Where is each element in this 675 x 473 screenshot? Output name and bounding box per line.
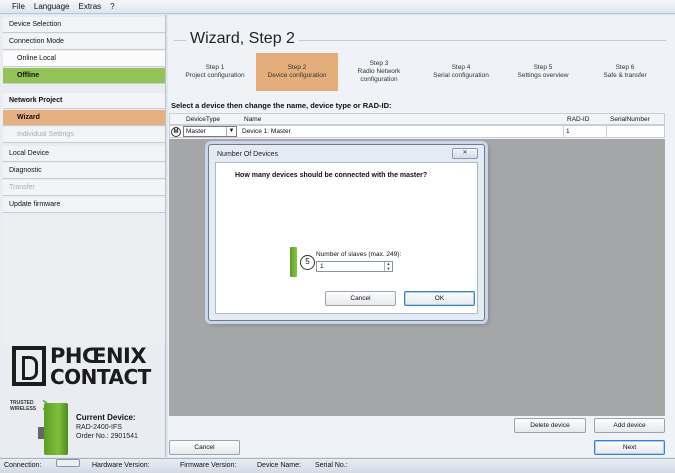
sidebar-item-network-project[interactable]: Network Project — [3, 93, 165, 109]
step-1[interactable]: Step 1 Project configuration — [174, 53, 256, 91]
dialog-ok-button[interactable]: OK — [404, 291, 475, 306]
col-divider — [606, 126, 607, 137]
device-module-icon — [290, 247, 297, 277]
page-title: Wizard, Step 2 — [186, 30, 299, 48]
sidebar-item-wizard[interactable]: Wizard — [3, 110, 165, 126]
step-3[interactable]: Step 3 Radio Network configuration — [338, 53, 420, 91]
wizard-steps: Step 1 Project configuration Step 2 Devi… — [174, 53, 666, 91]
step-label: Step 2 — [287, 64, 307, 71]
number-of-devices-dialog: Number Of Devices ✕ How many devices sho… — [208, 144, 485, 321]
sidebar-item-device-selection[interactable]: Device Selection — [3, 17, 165, 33]
col-serial[interactable]: SerialNumber — [610, 114, 650, 125]
status-device-name: Device Name: — [257, 462, 301, 469]
status-bar: Connection: Hardware Version: Firmware V… — [0, 458, 675, 473]
dialog-cancel-button[interactable]: Cancel — [325, 291, 396, 306]
device-module-icon — [38, 403, 68, 455]
menu-file[interactable]: File — [12, 2, 25, 11]
chevron-down-icon[interactable]: ▼ — [226, 127, 236, 136]
status-serial: Serial No.: — [315, 462, 348, 469]
dialog-body: How many devices should be connected wit… — [215, 162, 478, 314]
close-icon[interactable]: ✕ — [452, 148, 478, 159]
status-hardware: Hardware Version: — [92, 462, 150, 469]
spinner-arrows-icon[interactable]: ▲ ▼ — [384, 261, 392, 271]
sidebar-empty-area — [3, 215, 165, 345]
phoenix-contact-logo: PHŒNIX CONTACT — [8, 340, 158, 394]
sidebar-item-connection-mode[interactable]: Connection Mode — [3, 34, 165, 50]
dialog-question: How many devices should be connected wit… — [235, 172, 428, 179]
menu-extras[interactable]: Extras — [78, 2, 101, 11]
status-connection: Connection: — [4, 462, 42, 469]
col-radid[interactable]: RAD-ID — [567, 114, 590, 125]
add-device-button[interactable]: Add device — [594, 418, 665, 433]
next-button[interactable]: Next — [594, 440, 665, 455]
step-label: Step 1 — [205, 64, 225, 71]
cell-name[interactable]: Device 1: Master — [242, 126, 291, 137]
step-5[interactable]: Step 5 Settings overview — [502, 53, 584, 91]
current-device-title: Current Device: — [76, 413, 136, 422]
current-device-order: Order No.: 2901541 — [76, 433, 138, 440]
step-4[interactable]: Step 4 Serial configuration — [420, 53, 502, 91]
cell-radid[interactable]: 1 — [566, 126, 570, 137]
step-2[interactable]: Step 2 Device configuration — [256, 53, 338, 91]
sidebar-item-update-firmware[interactable]: Update firmware — [3, 197, 165, 213]
sidebar-item-local-device[interactable]: Local Device — [3, 146, 165, 162]
col-devicetype[interactable]: DeviceType — [186, 114, 220, 125]
dialog-title: Number Of Devices — [217, 151, 279, 158]
step-label: Step 5 — [533, 64, 553, 71]
sidebar-item-online-local[interactable]: Online Local — [3, 51, 165, 67]
current-device-model: RAD-2400-IFS — [76, 424, 122, 431]
sidebar-item-individual-settings: Individual Settings — [3, 127, 165, 143]
col-name[interactable]: Name — [244, 114, 262, 125]
step-desc: Safe & transfer — [603, 72, 647, 79]
logo-text-line2: CONTACT — [50, 365, 151, 389]
step-desc: Serial configuration — [433, 72, 489, 79]
slaves-count-value: 1 — [320, 263, 324, 270]
sidebar-item-diagnostic[interactable]: Diagnostic — [3, 163, 165, 179]
cancel-button[interactable]: Cancel — [169, 440, 240, 455]
menu-help[interactable]: ? — [110, 2, 114, 11]
step-desc-2: configuration — [360, 76, 398, 83]
slave-count-badge-icon: 5 — [300, 255, 315, 270]
instruction-text: Select a device then change the name, de… — [171, 101, 392, 110]
col-divider — [563, 126, 564, 137]
slaves-count-input[interactable]: 1 ▲ ▼ — [316, 261, 393, 272]
sidebar-item-offline[interactable]: Offline — [3, 68, 165, 84]
step-label: Step 6 — [615, 64, 635, 71]
master-badge-icon: M — [171, 127, 181, 137]
step-desc: Project configuration — [185, 72, 245, 79]
slaves-label: Number of slaves (max. 249): — [316, 251, 402, 258]
step-desc: Radio Network — [357, 68, 401, 75]
menu-language[interactable]: Language — [34, 2, 70, 11]
devicetype-value: Master — [186, 128, 206, 135]
menu-bar: File Language Extras ? — [0, 0, 675, 14]
step-6[interactable]: Step 6 Safe & transfer — [584, 53, 666, 91]
step-desc: Device configuration — [267, 72, 327, 79]
sidebar-item-transfer: Transfer — [3, 180, 165, 196]
status-firmware: Firmware Version: — [180, 462, 237, 469]
step-label: Step 3 — [369, 60, 389, 67]
devicetype-select[interactable]: Master ▼ — [183, 126, 237, 137]
logo-mark-icon — [12, 346, 46, 386]
step-desc: Settings overview — [517, 72, 569, 79]
step-label: Step 4 — [451, 64, 471, 71]
delete-device-button[interactable]: Delete device — [514, 418, 586, 433]
logo-text-line1: PHŒNIX — [50, 344, 147, 368]
